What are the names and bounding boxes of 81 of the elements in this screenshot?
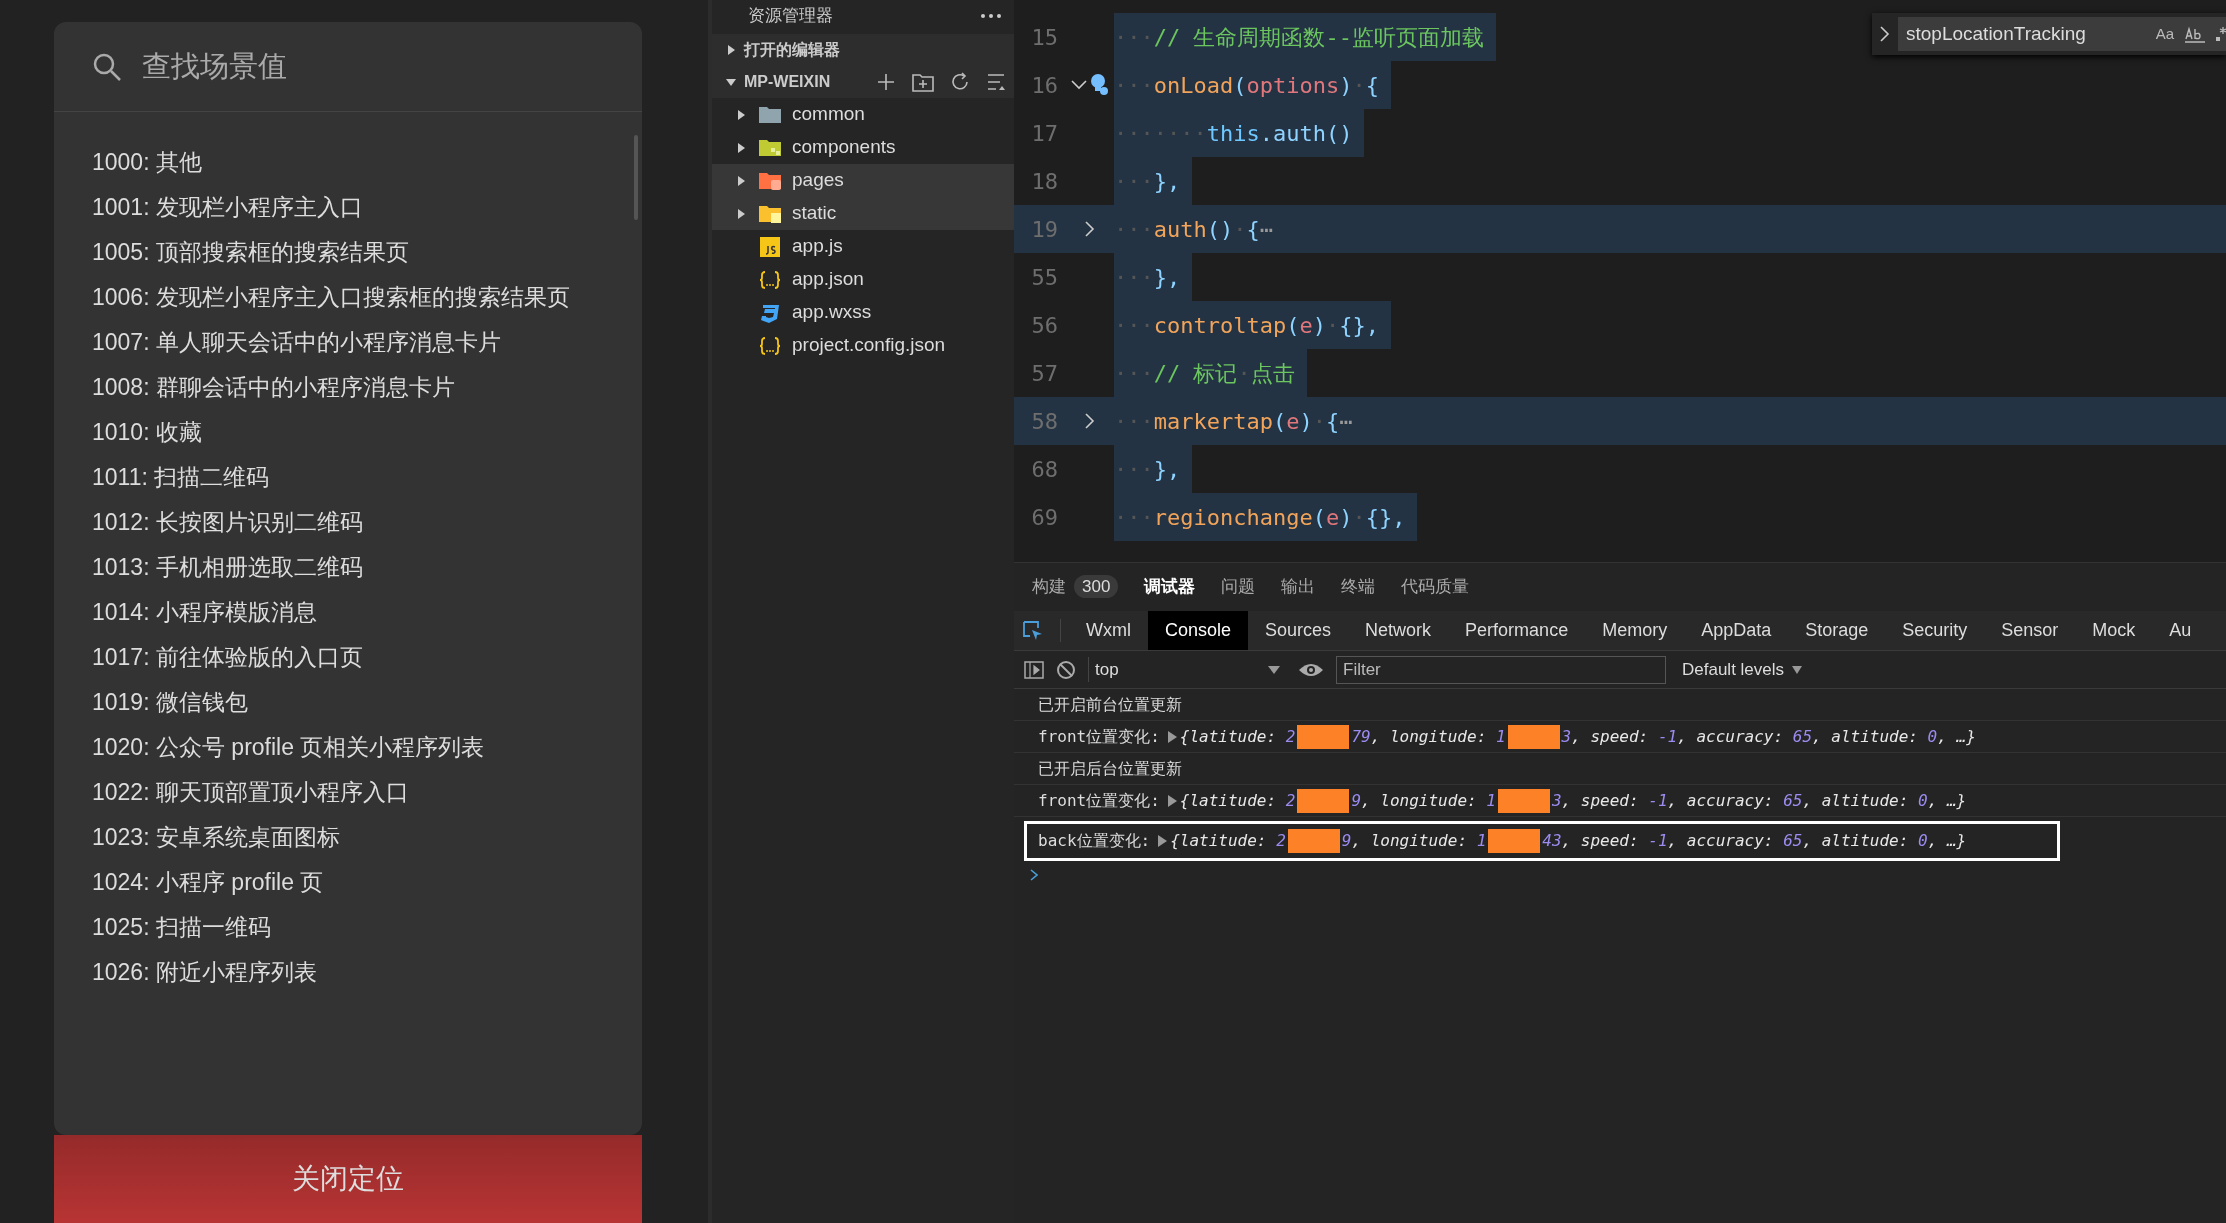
panel-tab[interactable]: 输出 — [1281, 574, 1316, 600]
panel-tab[interactable]: 终端 — [1341, 574, 1376, 600]
console-object[interactable]: {latitude: 2 79, longitude: 1 3, speed: -1, accuracy: 65, altitude: 0, …} — [1179, 724, 1976, 749]
devtools-tab[interactable]: Wxml — [1069, 611, 1148, 650]
console-message: 已开启后台位置更新 — [1038, 758, 1182, 779]
console-object[interactable]: {latitude: 2 9, longitude: 1 43, speed: -1, accuracy: 65, altitude: 0, …} — [1170, 828, 1967, 853]
file-tree-item[interactable]: common — [792, 100, 865, 129]
devtools-tab[interactable]: Memory — [1585, 611, 1685, 650]
find-input-field[interactable]: stopLocationTracking — [1906, 19, 2146, 49]
scene-item[interactable]: 1019: 微信钱包 — [92, 680, 642, 725]
file-tree-row[interactable]: components — [712, 131, 1014, 164]
devtools-tab[interactable]: Performance — [1448, 611, 1586, 650]
file-tree-item[interactable]: project.config.json — [792, 331, 946, 360]
explorer-title: 资源管理器 — [748, 5, 833, 28]
console-label: front位置变化: — [1038, 789, 1160, 812]
line-number: 57 — [1030, 359, 1058, 388]
scene-item[interactable]: 1022: 聊天顶部置顶小程序入口 — [92, 770, 642, 815]
panel-tab[interactable]: 构建 — [1032, 577, 1066, 597]
panel-tab[interactable]: 问题 — [1221, 574, 1256, 600]
scene-item[interactable]: 1006: 发现栏小程序主入口搜索框的搜索结果页 — [92, 275, 642, 320]
file-tree-item[interactable]: static — [792, 199, 837, 228]
console-object[interactable]: {latitude: 2 9, longitude: 1 3, speed: -1, accuracy: 65, altitude: 0, …} — [1179, 788, 1967, 813]
scene-item[interactable]: 1024: 小程序 profile 页 — [92, 860, 642, 905]
file-tree-row[interactable]: app.wxss — [712, 296, 1014, 329]
console-message: 已开启前台位置更新 — [1038, 694, 1182, 715]
devtools-tab[interactable]: Storage — [1788, 611, 1886, 650]
devtools-tab[interactable]: AppData — [1684, 611, 1789, 650]
devtools-tab[interactable]: Mock — [2075, 611, 2153, 650]
line-number: 15 — [1030, 23, 1058, 52]
count-badge: 300 — [1074, 575, 1119, 599]
filter-field[interactable]: Filter — [1336, 655, 1666, 684]
console-label: back位置变化: — [1038, 829, 1151, 852]
scene-item[interactable]: 1014: 小程序模版消息 — [92, 590, 642, 635]
file-tree-row[interactable]: app.js — [712, 230, 1014, 263]
devtools-tab[interactable]: Console — [1148, 611, 1249, 650]
line-number: 17 — [1030, 119, 1058, 148]
scene-item[interactable]: 1010: 收藏 — [92, 410, 642, 455]
close-location-button[interactable]: 关闭定位 — [54, 1135, 642, 1223]
file-tree-item[interactable]: components — [792, 133, 896, 162]
panel-tab[interactable]: 代码质量 — [1401, 574, 1470, 600]
file-tree-row[interactable]: static — [712, 197, 1014, 230]
scene-item[interactable]: 1025: 扫描一维码 — [92, 905, 642, 950]
scene-item[interactable]: 1026: 附近小程序列表 — [92, 950, 642, 995]
scene-item[interactable]: 1000: 其他 — [92, 140, 642, 185]
file-tree-item[interactable]: app.js — [792, 232, 843, 261]
scene-item[interactable]: 1007: 单人聊天会话中的小程序消息卡片 — [92, 320, 642, 365]
devtools-tab[interactable]: Network — [1348, 611, 1449, 650]
panel-tab[interactable]: 调试器 — [1144, 574, 1196, 600]
file-tree-item[interactable]: app.wxss — [792, 298, 872, 327]
devtools-tab[interactable]: Security — [1885, 611, 1985, 650]
search-field[interactable]: 查找场景值 — [142, 44, 287, 89]
file-tree-row[interactable]: pages — [712, 164, 1014, 197]
file-tree-row[interactable]: common — [712, 98, 1014, 131]
line-number: 68 — [1030, 455, 1058, 484]
line-number: 16 — [1030, 71, 1058, 100]
scene-item[interactable]: 1023: 安卓系统桌面图标 — [92, 815, 642, 860]
match-case-toggle[interactable]: Aa — [2155, 22, 2174, 46]
line-number: 56 — [1030, 311, 1058, 340]
devtools-tab[interactable]: Au — [2152, 611, 2209, 650]
context-select[interactable]: top — [1088, 656, 1286, 683]
devtools-tab[interactable]: Sensor — [1984, 611, 2076, 650]
line-number: 58 — [1030, 407, 1058, 436]
file-tree-item[interactable]: pages — [792, 166, 844, 195]
scene-item[interactable]: 1012: 长按图片识别二维码 — [92, 500, 642, 545]
file-tree-item[interactable]: app.json — [792, 265, 864, 294]
line-number: 18 — [1030, 167, 1058, 196]
scene-item[interactable]: 1001: 发现栏小程序主入口 — [92, 185, 642, 230]
scene-item[interactable]: 1013: 手机相册选取二维码 — [92, 545, 642, 590]
line-number: 19 — [1030, 215, 1058, 244]
scene-item[interactable]: 1008: 群聊会话中的小程序消息卡片 — [92, 365, 642, 410]
file-tree-row[interactable]: project.config.json — [712, 329, 1014, 362]
scene-item[interactable]: 1011: 扫描二维码 — [92, 455, 642, 500]
scene-item[interactable]: 1005: 顶部搜索框的搜索结果页 — [92, 230, 642, 275]
levels-dropdown[interactable]: Default levels — [1682, 656, 1803, 683]
scene-item[interactable]: 1020: 公众号 profile 页相关小程序列表 — [92, 725, 642, 770]
devtools-tab[interactable]: Sources — [1248, 611, 1349, 650]
scene-item[interactable]: 1017: 前往体验版的入口页 — [92, 635, 642, 680]
file-tree-row[interactable]: app.json — [712, 263, 1014, 296]
console-label: front位置变化: — [1038, 725, 1160, 748]
line-number: 55 — [1030, 263, 1058, 292]
line-number: 69 — [1030, 503, 1058, 532]
